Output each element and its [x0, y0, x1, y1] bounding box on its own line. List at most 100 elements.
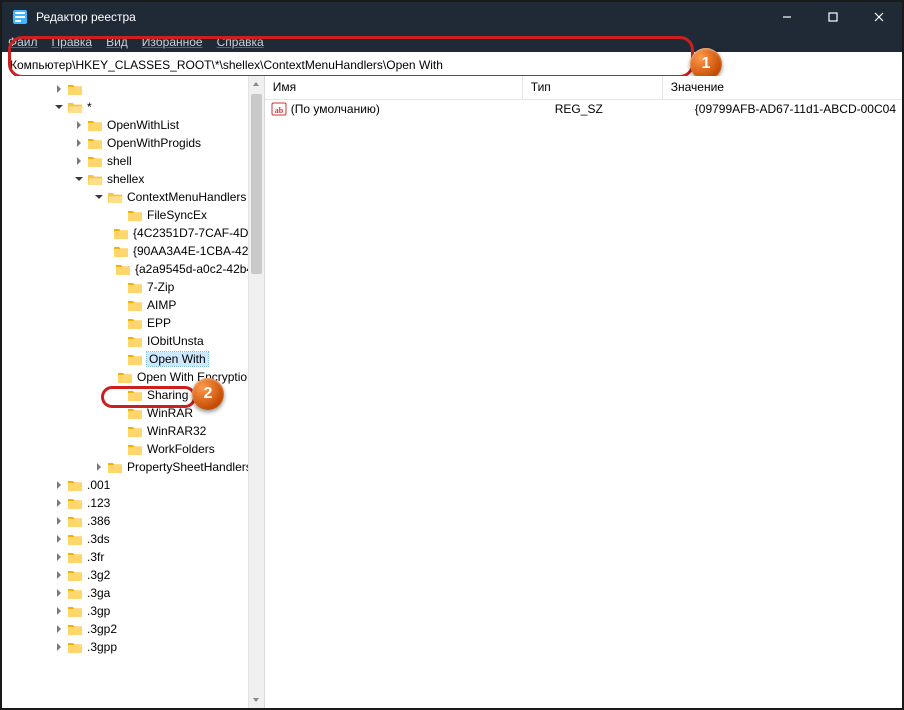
tw-none — [112, 208, 126, 222]
tree-item[interactable]: EPP — [2, 314, 264, 332]
tw-collapsed-icon[interactable] — [52, 82, 66, 96]
folder-icon — [127, 424, 143, 438]
tree-item[interactable]: shell — [2, 152, 264, 170]
tw-none — [112, 334, 126, 348]
tree-item-cmh[interactable]: ContextMenuHandlers — [2, 188, 264, 206]
value-name: (По умолчанию) — [291, 102, 547, 116]
minimize-button[interactable] — [764, 2, 810, 32]
tree-item[interactable]: WinRAR — [2, 404, 264, 422]
menu-view[interactable]: Вид — [106, 35, 128, 49]
tree-item-label: * — [87, 100, 92, 114]
string-value-icon — [271, 101, 287, 117]
tree-item-star[interactable]: * — [2, 98, 264, 116]
scroll-down-icon[interactable] — [249, 692, 264, 708]
tw-collapsed-icon[interactable] — [52, 550, 66, 564]
tree-item[interactable]: .386 — [2, 512, 264, 530]
col-type[interactable]: Тип — [523, 76, 663, 99]
tw-expanded-icon[interactable] — [52, 100, 66, 114]
tree-item[interactable]: .3ds — [2, 530, 264, 548]
tree-item[interactable]: .3gpp — [2, 638, 264, 656]
tw-collapsed-icon[interactable] — [52, 568, 66, 582]
folder-icon — [107, 190, 123, 204]
tree-item[interactable]: .001 — [2, 476, 264, 494]
tw-collapsed-icon[interactable] — [52, 496, 66, 510]
folder-icon — [67, 100, 83, 114]
tree-item[interactable]: shellex — [2, 170, 264, 188]
tw-collapsed-icon[interactable] — [52, 640, 66, 654]
folder-icon — [127, 334, 143, 348]
tw-collapsed-icon[interactable] — [52, 622, 66, 636]
tw-collapsed-icon[interactable] — [92, 460, 106, 474]
menu-edit[interactable]: Правка — [52, 35, 93, 49]
tree-item-label: FileSyncEx — [147, 208, 207, 222]
tree-item-label: PropertySheetHandlers — [127, 460, 252, 474]
column-headers[interactable]: Имя Тип Значение — [265, 76, 902, 100]
menu-help[interactable]: Справка — [217, 35, 264, 49]
scroll-thumb[interactable] — [251, 94, 262, 274]
tw-collapsed-icon[interactable] — [52, 532, 66, 546]
menu-file[interactable]: Файл — [8, 35, 38, 49]
tw-none — [112, 262, 114, 276]
tw-collapsed-icon[interactable] — [72, 154, 86, 168]
tree-item[interactable]: .3g2 — [2, 566, 264, 584]
scroll-up-icon[interactable] — [249, 76, 264, 92]
tree-item[interactable]: FileSyncEx — [2, 206, 264, 224]
tw-collapsed-icon[interactable] — [52, 586, 66, 600]
maximize-button[interactable] — [810, 2, 856, 32]
tree-pane[interactable]: * OpenWithList OpenWithProgids shell shellex… — [2, 76, 265, 708]
tree-item-label: 7-Zip — [147, 280, 174, 294]
tree-item[interactable]: PropertySheetHandlers — [2, 458, 264, 476]
folder-icon — [87, 136, 103, 150]
address-bar[interactable]: Компьютер\HKEY_CLASSES_ROOT\*\shellex\Co… — [2, 52, 902, 78]
tw-collapsed-icon[interactable] — [52, 478, 66, 492]
tree-scrollbar[interactable] — [248, 76, 264, 708]
folder-icon — [67, 496, 83, 510]
app-icon — [12, 9, 28, 25]
close-button[interactable] — [856, 2, 902, 32]
tree-item[interactable]: .123 — [2, 494, 264, 512]
tw-collapsed-icon[interactable] — [72, 118, 86, 132]
folder-icon — [115, 262, 131, 276]
tree-item[interactable]: {90AA3A4E-1CBA-4233- — [2, 242, 264, 260]
tree-item-label: {a2a9545d-a0c2-42b4-9 — [135, 262, 264, 276]
folder-icon — [67, 532, 83, 546]
tree-item[interactable]: WorkFolders — [2, 440, 264, 458]
tw-none — [112, 316, 126, 330]
tree-item[interactable]: OpenWithList — [2, 116, 264, 134]
tw-none — [112, 370, 116, 384]
tree-item-label: OpenWithProgids — [107, 136, 201, 150]
tw-collapsed-icon[interactable] — [72, 136, 86, 150]
tree-item[interactable]: {4C2351D7-7CAF-4D5D — [2, 224, 264, 242]
tree-item-label: shellex — [107, 172, 144, 186]
tree-item-label: {90AA3A4E-1CBA-4233- — [133, 244, 265, 258]
tree-item[interactable]: .3gp2 — [2, 620, 264, 638]
folder-icon — [113, 226, 129, 240]
tree-item[interactable]: {a2a9545d-a0c2-42b4-9 — [2, 260, 264, 278]
col-name[interactable]: Имя — [265, 76, 523, 99]
tree-item[interactable]: AIMP — [2, 296, 264, 314]
tw-expanded-icon[interactable] — [92, 190, 106, 204]
tree-item[interactable]: OpenWithProgids — [2, 134, 264, 152]
value-row[interactable]: (По умолчанию) REG_SZ {09799AFB-AD67-11d… — [265, 100, 902, 118]
folder-icon — [127, 208, 143, 222]
tree-item[interactable]: .3fr — [2, 548, 264, 566]
tree-item-open-with[interactable]: Open With — [2, 350, 264, 368]
menu-fav[interactable]: Избранное — [142, 35, 203, 49]
tree-item[interactable]: Sharing — [2, 386, 264, 404]
tree-item-label: .3ga — [87, 586, 110, 600]
tree-item-label: IObitUnsta — [147, 334, 204, 348]
folder-icon — [67, 514, 83, 528]
tree-item[interactable]: IObitUnsta — [2, 332, 264, 350]
tw-expanded-icon[interactable] — [72, 172, 86, 186]
tw-collapsed-icon[interactable] — [52, 604, 66, 618]
col-value[interactable]: Значение — [663, 76, 902, 99]
tree-item[interactable]: Open With EncryptionM — [2, 368, 264, 386]
tree-item[interactable]: .3gp — [2, 602, 264, 620]
tree-item[interactable] — [2, 80, 264, 98]
tree-item[interactable]: WinRAR32 — [2, 422, 264, 440]
tw-collapsed-icon[interactable] — [52, 514, 66, 528]
values-pane[interactable]: Имя Тип Значение (По умолчанию) REG_SZ {… — [265, 76, 902, 708]
tree-item[interactable]: 7-Zip — [2, 278, 264, 296]
tree-item[interactable]: .3ga — [2, 584, 264, 602]
tree-item-label: WinRAR32 — [147, 424, 206, 438]
